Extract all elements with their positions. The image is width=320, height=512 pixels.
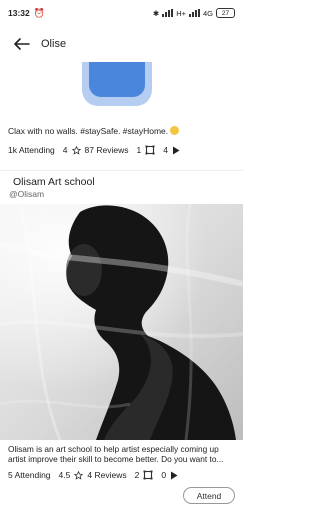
- star-icon: [71, 145, 81, 155]
- post1-image[interactable]: [0, 62, 243, 122]
- post2-photo-art: [0, 204, 243, 440]
- status-icons: ✱ H+ 4G 27: [153, 8, 235, 18]
- post1-stats: 1k Attending 4 87 Reviews 1 4: [8, 145, 180, 155]
- status-time: 13:32: [8, 8, 30, 18]
- post1-video-count: 4: [163, 145, 168, 155]
- back-arrow-icon[interactable]: [12, 34, 32, 54]
- post2-photo[interactable]: [0, 204, 243, 440]
- post1-photo-count: 1: [136, 145, 142, 155]
- signal-icon: [162, 9, 174, 17]
- star-icon: [74, 470, 84, 480]
- battery-level: 27: [221, 9, 230, 17]
- network-type-2: 4G: [202, 8, 213, 18]
- post2-rating: 4.5: [58, 470, 71, 480]
- post2-handle[interactable]: @Olisam: [9, 189, 44, 199]
- post2-stats: 5 Attending 4.5 4 Reviews 2 0: [8, 470, 178, 480]
- post1-reviews[interactable]: 87 Reviews: [85, 145, 129, 155]
- bluetooth-icon: ✱: [152, 8, 160, 18]
- status-bar: 13:32 ⏰ ✱ H+ 4G 27: [0, 0, 243, 26]
- attend-button[interactable]: Attend: [183, 487, 235, 504]
- alarm-icon: ⏰: [33, 7, 45, 18]
- photo-icon[interactable]: [143, 470, 153, 480]
- app-bar: Olise: [0, 26, 243, 62]
- play-icon[interactable]: [170, 471, 178, 480]
- page-title: Olise: [41, 38, 67, 50]
- post1-attending[interactable]: 1k Attending: [8, 145, 55, 155]
- post1-image-shape-inner: [89, 62, 145, 97]
- post2-reviews[interactable]: 4 Reviews: [87, 470, 126, 480]
- network-type: H+: [176, 8, 186, 18]
- post1-caption: Clax with no walls. #staySafe. #stayHome…: [8, 126, 240, 136]
- emoji-icon: [170, 126, 180, 135]
- post2-attending[interactable]: 5 Attending: [8, 470, 51, 480]
- post2-video-count: 0: [161, 470, 167, 480]
- post2-description-line1: Olisam is an art school to help artist e…: [8, 444, 219, 454]
- post2-description: Olisam is an art school to help artist e…: [8, 444, 243, 464]
- post2-description-line2: artist improve their skill to become bet…: [8, 454, 224, 464]
- post2-title[interactable]: Olisam Art school: [13, 176, 95, 188]
- photo-icon[interactable]: [145, 145, 155, 155]
- post1-caption-text: Clax with no walls. #staySafe. #stayHome…: [8, 126, 169, 136]
- signal-icon-2: [188, 9, 200, 17]
- post1-rating: 4: [62, 145, 68, 155]
- play-icon[interactable]: [172, 146, 180, 155]
- post-divider: [0, 170, 243, 171]
- battery-icon: 27: [216, 8, 235, 18]
- post2-photo-count: 2: [134, 470, 140, 480]
